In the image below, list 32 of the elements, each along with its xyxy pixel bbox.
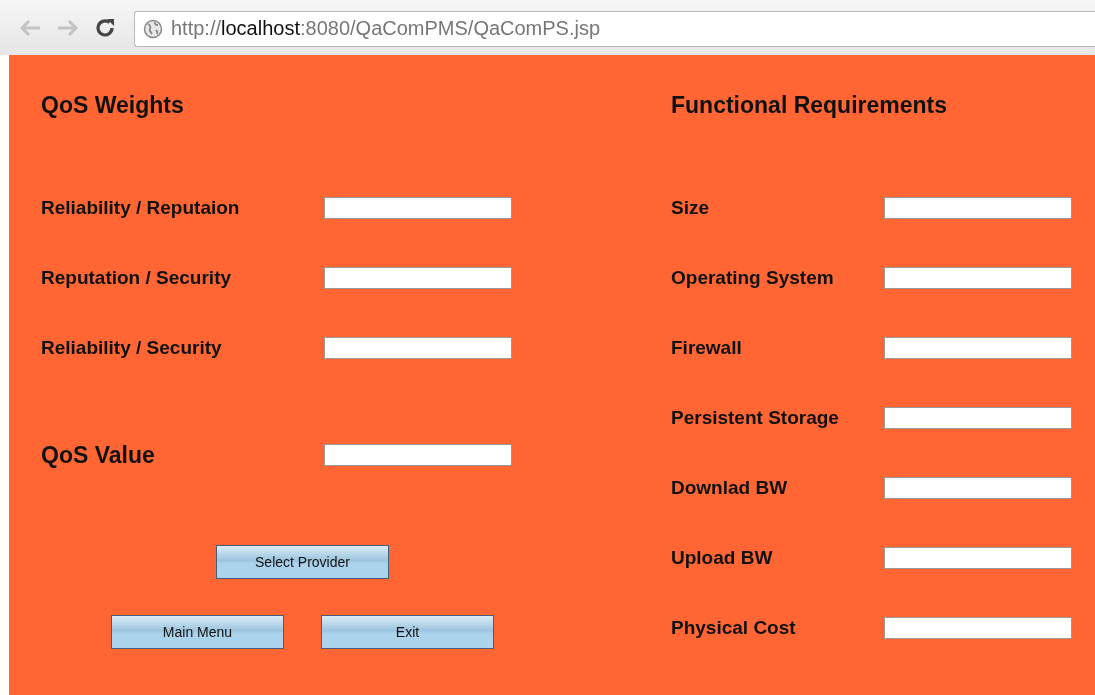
address-field[interactable]: http://localhost:8080/QaComPMS/QaComPS.jsp bbox=[134, 10, 1095, 47]
globe-icon bbox=[143, 18, 163, 39]
field-label: Physical Cost bbox=[671, 617, 797, 639]
input-field[interactable] bbox=[884, 617, 1072, 639]
field-label: Reliability / Security bbox=[41, 337, 223, 359]
back-arrow-icon[interactable] bbox=[18, 17, 42, 38]
field-label: Operating System bbox=[671, 267, 835, 289]
field-label: Firewall bbox=[671, 337, 743, 359]
main-menu-button[interactable]: Main Menu bbox=[111, 615, 284, 649]
field-label: Size bbox=[671, 197, 711, 219]
input-field[interactable] bbox=[324, 444, 512, 466]
field-label: Persistent Storage bbox=[671, 407, 840, 429]
input-field[interactable] bbox=[324, 337, 512, 359]
select-provider-button[interactable]: Select Provider bbox=[216, 545, 389, 579]
field-label: Reputation / Security bbox=[41, 267, 233, 289]
forward-arrow-icon[interactable] bbox=[56, 17, 80, 38]
field-label: QoS Value bbox=[41, 441, 156, 469]
reload-icon[interactable] bbox=[94, 16, 116, 39]
input-field[interactable] bbox=[884, 477, 1072, 499]
input-field[interactable] bbox=[324, 197, 512, 219]
field-label: Reliability / Reputaion bbox=[41, 197, 241, 219]
section-title: Functional Requirements bbox=[671, 91, 949, 120]
input-field[interactable] bbox=[884, 407, 1072, 429]
field-label: Upload BW bbox=[671, 547, 774, 569]
input-field[interactable] bbox=[884, 197, 1072, 219]
input-field[interactable] bbox=[324, 267, 512, 289]
input-field[interactable] bbox=[884, 267, 1072, 289]
input-field[interactable] bbox=[884, 547, 1072, 569]
input-field[interactable] bbox=[884, 337, 1072, 359]
section-title: QoS Weights bbox=[41, 91, 185, 120]
field-label: Downlad BW bbox=[671, 477, 789, 499]
exit-button[interactable]: Exit bbox=[321, 615, 494, 649]
